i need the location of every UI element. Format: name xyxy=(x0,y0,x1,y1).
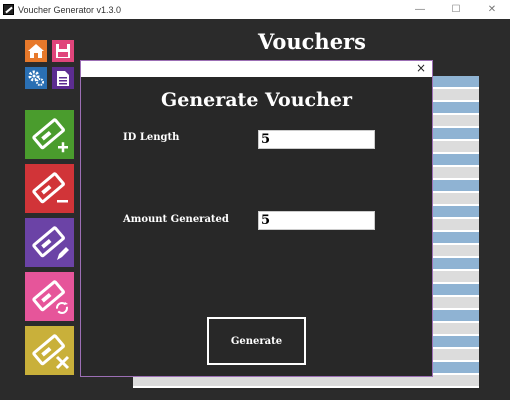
minimize-button[interactable]: — xyxy=(402,0,438,19)
remove-voucher-icon xyxy=(31,171,68,203)
edit-voucher-icon xyxy=(31,225,69,260)
maximize-button[interactable]: ☐ xyxy=(438,0,474,19)
dialog-heading: Generate Voucher xyxy=(161,89,352,111)
window-titlebar: Voucher Generator v1.3.0 — ☐ ✕ xyxy=(0,0,510,19)
home-icon[interactable] xyxy=(25,40,47,62)
settings-icon[interactable] xyxy=(25,67,47,89)
id-length-label: ID Length xyxy=(123,132,180,143)
edit-voucher-button[interactable] xyxy=(25,218,74,267)
save-icon[interactable] xyxy=(52,40,74,62)
amount-generated-input[interactable] xyxy=(258,211,375,230)
dialog-titlebar: × xyxy=(81,61,432,77)
add-voucher-button[interactable] xyxy=(25,110,74,159)
dialog-close-button[interactable]: × xyxy=(416,61,426,76)
window-title: Voucher Generator v1.3.0 xyxy=(18,4,122,15)
refresh-voucher-icon xyxy=(31,279,68,314)
page-title: Vouchers xyxy=(258,29,366,54)
app-icon xyxy=(3,4,14,15)
generate-voucher-dialog: × Generate Voucher ID Length Amount Gene… xyxy=(80,60,433,377)
refresh-voucher-button[interactable] xyxy=(25,272,74,321)
generate-button[interactable]: Generate xyxy=(207,317,306,365)
delete-voucher-icon xyxy=(31,333,69,369)
remove-voucher-button[interactable] xyxy=(25,164,74,213)
main-window: Vouchers × Generate Voucher ID Length 5 … xyxy=(0,19,510,400)
add-voucher-icon xyxy=(31,117,68,152)
document-icon[interactable] xyxy=(52,67,74,89)
amount-generated-label: Amount Generated xyxy=(123,214,229,225)
id-length-input[interactable] xyxy=(258,130,375,149)
delete-voucher-button[interactable] xyxy=(25,326,74,375)
close-button[interactable]: ✕ xyxy=(474,0,510,19)
